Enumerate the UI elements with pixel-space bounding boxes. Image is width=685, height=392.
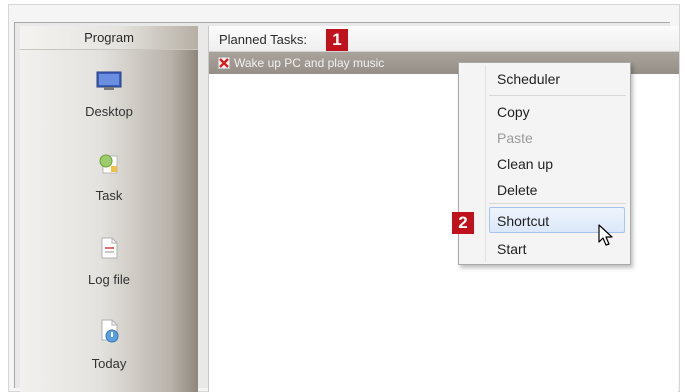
sidebar-item-task[interactable]: Task [20, 152, 198, 203]
red-x-task-icon [217, 56, 231, 70]
menu-separator [489, 203, 626, 204]
calendar-document-icon [101, 319, 119, 343]
sidebar-item-today[interactable]: Today [20, 318, 198, 371]
sidebar-header: Program [20, 26, 198, 50]
menu-item-delete[interactable]: Delete [497, 182, 537, 198]
menu-item-copy[interactable]: Copy [497, 104, 530, 120]
sidebar-item-label: Task [95, 188, 123, 203]
task-label: Wake up PC and play music [234, 56, 385, 70]
sidebar-item-log-file[interactable]: Log file [20, 236, 198, 287]
sidebar: Program Desktop Task Log file Today [20, 26, 198, 392]
callout-badge-1: 1 [326, 29, 348, 51]
planned-tasks-header: Planned Tasks: [209, 26, 679, 52]
menu-item-start[interactable]: Start [497, 241, 527, 257]
sidebar-item-desktop[interactable]: Desktop [20, 70, 198, 119]
menu-item-scheduler[interactable]: Scheduler [497, 71, 560, 87]
sidebar-item-label: Log file [88, 272, 130, 287]
task-icon [99, 154, 118, 174]
document-icon [101, 237, 118, 259]
menu-item-clean-up[interactable]: Clean up [497, 156, 553, 172]
sidebar-item-label: Desktop [85, 104, 133, 119]
sidebar-item-label: Today [91, 356, 127, 371]
menu-item-paste[interactable]: Paste [497, 130, 533, 146]
menu-gutter [485, 65, 486, 262]
page-title: Planned Tasks: [219, 32, 307, 47]
menu-item-shortcut[interactable]: Shortcut [497, 213, 549, 229]
callout-badge-2: 2 [452, 212, 474, 234]
mouse-pointer-icon [598, 224, 613, 246]
monitor-icon [96, 71, 122, 90]
menu-separator [489, 95, 626, 96]
